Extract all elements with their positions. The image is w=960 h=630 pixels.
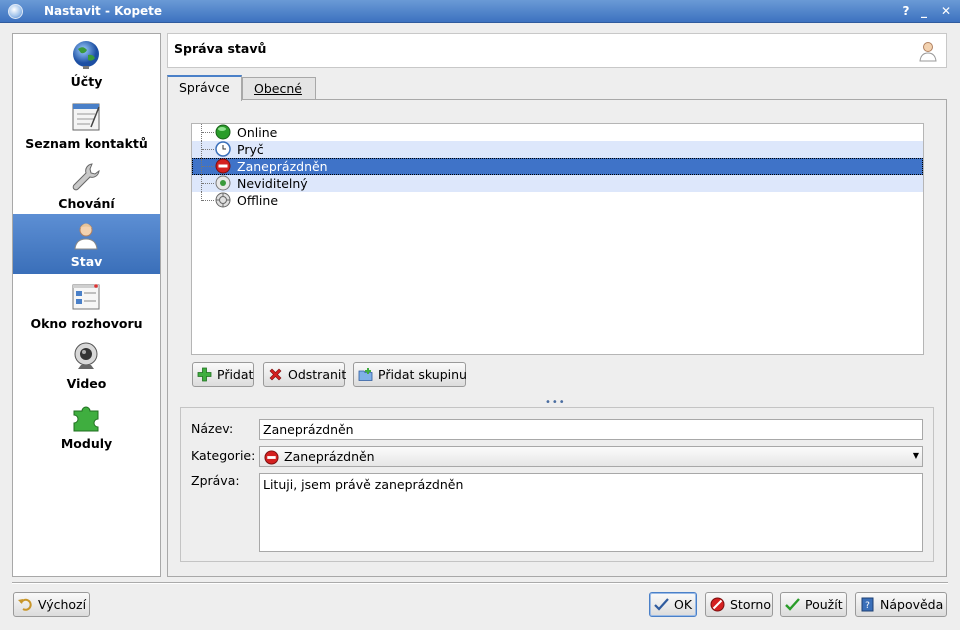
tab-label: Obecné — [254, 81, 302, 96]
close-window-button[interactable]: ✕ — [938, 3, 954, 19]
webcam-icon — [74, 342, 98, 369]
defaults-label: Výchozí — [38, 597, 87, 612]
cancel-button[interactable]: Storno — [705, 592, 773, 617]
sidebar-item-label: Chování — [58, 196, 115, 211]
cancel-icon — [710, 597, 725, 612]
kopete-app-icon[interactable] — [8, 4, 23, 19]
sidebar-item-label: Video — [66, 376, 107, 391]
splitter-handle[interactable]: ••• — [545, 397, 569, 408]
chat-window-icon — [72, 284, 100, 310]
sidebar-item-ucty[interactable]: Účty — [13, 34, 160, 94]
minimize-button[interactable]: _ — [916, 3, 932, 19]
checkmark-icon — [654, 598, 669, 611]
undo-icon — [18, 598, 32, 611]
add-group-button[interactable]: Přidat skupinu — [353, 362, 467, 387]
apply-button[interactable]: Použít — [780, 592, 847, 617]
sidebar-item-seznam-kontaktu[interactable]: Seznam kontaktů — [13, 96, 160, 156]
tree-item-pryc[interactable]: Pryč — [192, 141, 923, 158]
sidebar-item-chovani[interactable]: Chování — [13, 156, 160, 216]
sidebar-item-okno-rozhovoru[interactable]: Okno rozhovoru — [13, 276, 160, 336]
category-combobox-value: Zaneprázdněn — [284, 449, 375, 464]
invisible-icon — [215, 175, 231, 191]
user-icon — [919, 42, 937, 62]
settings-sidebar: Účty Seznam kontaktů Chování Stav Okno r… — [12, 33, 161, 577]
help-button[interactable]: ? Nápověda — [855, 592, 947, 617]
window-title: Nastavit - Kopete — [44, 4, 163, 18]
tree-branch-line — [201, 158, 215, 175]
status-tree[interactable]: Online Pryč Zaneprázdněn Neviditelný Off… — [191, 123, 924, 355]
contact-list-icon — [72, 103, 100, 131]
tab-obecne[interactable]: Obecné — [242, 77, 316, 100]
name-field-value: Zaneprázdněn — [263, 422, 354, 437]
tree-item-label: Offline — [237, 193, 279, 208]
message-label: Zpráva: — [191, 473, 240, 488]
delete-x-icon — [269, 368, 282, 381]
category-combobox[interactable]: Zaneprázdněn ▼ — [259, 446, 923, 467]
tree-item-label: Zaneprázdněn — [237, 159, 328, 174]
busy-icon — [215, 158, 231, 174]
message-textarea-value: Lituji, jsem právě zaneprázdněn — [263, 477, 464, 492]
cancel-label: Storno — [730, 597, 771, 612]
remove-status-button[interactable]: Odstranit — [263, 362, 347, 387]
sidebar-item-moduly[interactable]: Moduly — [13, 396, 160, 456]
page-header: Správa stavů — [167, 33, 947, 68]
tab-spravce[interactable]: Správce — [167, 75, 242, 101]
name-label: Název: — [191, 421, 234, 436]
away-clock-icon — [215, 141, 231, 157]
defaults-button[interactable]: Výchozí — [13, 592, 90, 617]
svg-text:?: ? — [865, 601, 870, 611]
tree-item-offline[interactable]: Offline — [192, 192, 923, 209]
sidebar-item-stav[interactable]: Stav — [13, 214, 160, 274]
folder-add-icon — [358, 368, 373, 381]
plus-icon — [197, 367, 212, 382]
tree-branch-line — [201, 192, 215, 201]
ok-button[interactable]: OK — [649, 592, 697, 617]
online-icon — [215, 124, 231, 140]
ok-label: OK — [674, 597, 693, 612]
apply-label: Použít — [805, 597, 843, 612]
user-icon — [74, 223, 98, 250]
sidebar-item-label: Účty — [70, 74, 103, 89]
window-titlebar: Nastavit - Kopete ? _ ✕ — [0, 0, 960, 23]
offline-icon — [215, 192, 231, 208]
sidebar-item-video[interactable]: Video — [13, 336, 160, 396]
add-status-label: Přidat — [217, 367, 254, 382]
busy-icon — [264, 450, 279, 465]
name-field[interactable]: Zaneprázdněn — [259, 419, 923, 440]
tree-branch-line — [201, 175, 215, 192]
add-status-button[interactable]: Přidat — [192, 362, 254, 387]
sidebar-item-label: Okno rozhovoru — [30, 316, 143, 331]
category-label: Kategorie: — [191, 448, 256, 463]
globe-icon — [73, 41, 99, 69]
puzzle-icon — [73, 406, 99, 432]
remove-status-label: Odstranit — [288, 367, 347, 382]
help-label: Nápověda — [880, 597, 944, 612]
help-book-icon: ? — [861, 597, 874, 612]
tree-item-zaneprazdnen[interactable]: Zaneprázdněn — [192, 158, 923, 175]
checkmark-icon — [785, 598, 800, 611]
footer-separator — [12, 582, 948, 584]
wrench-icon — [72, 163, 100, 191]
tree-item-online[interactable]: Online — [192, 124, 923, 141]
tab-label: Správce — [179, 80, 230, 95]
sidebar-item-label: Stav — [70, 254, 103, 269]
tree-item-neviditelny[interactable]: Neviditelný — [192, 175, 923, 192]
chevron-down-icon: ▼ — [912, 451, 919, 460]
tree-item-label: Pryč — [237, 142, 264, 157]
help-window-button[interactable]: ? — [898, 3, 914, 19]
sidebar-item-label: Seznam kontaktů — [25, 136, 148, 151]
page-title: Správa stavů — [174, 41, 267, 56]
sidebar-item-label: Moduly — [60, 436, 113, 451]
tree-item-label: Online — [237, 125, 278, 140]
tree-item-label: Neviditelný — [237, 176, 308, 191]
message-textarea[interactable]: Lituji, jsem právě zaneprázdněn — [259, 473, 923, 552]
tree-branch-line — [201, 124, 215, 141]
tree-branch-line — [201, 141, 215, 158]
add-group-label: Přidat skupinu — [378, 367, 467, 382]
